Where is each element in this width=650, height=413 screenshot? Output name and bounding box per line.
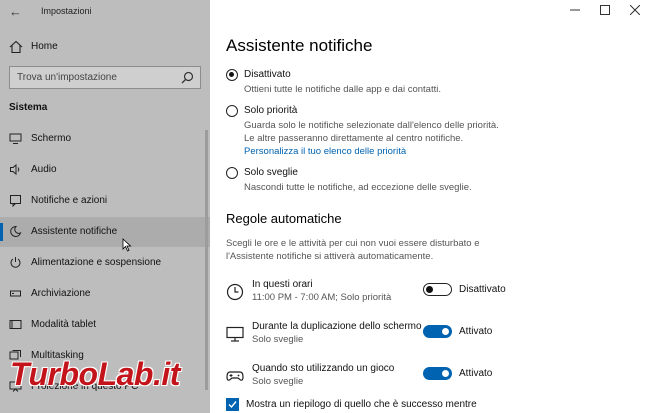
option-description: Guarda solo le notifiche selezionate dal… (244, 120, 499, 131)
sidebar-item-label: Audio (31, 164, 57, 175)
sidebar-item-notifiche-e-azioni[interactable]: Notifiche e azioni (0, 186, 210, 216)
sidebar-item-label: Notifiche e azioni (31, 195, 108, 206)
page-title: Assistente notifiche (226, 36, 373, 55)
radio-solo-priorita[interactable] (226, 105, 238, 117)
speaker-icon (10, 163, 20, 176)
close-icon (630, 5, 640, 15)
radio-disattivato[interactable] (226, 69, 238, 81)
home-icon (9, 40, 23, 54)
mouse-cursor-icon (122, 238, 132, 252)
option-description: Ottieni tutte le notifiche dalle app e d… (244, 84, 441, 95)
sidebar-item-assistente-notifiche[interactable]: Assistente notifiche (0, 217, 210, 247)
watermark-logo: TurboLab.it (10, 356, 180, 392)
sidebar-item-audio[interactable]: Audio (0, 155, 210, 185)
tablet-icon (9, 320, 22, 329)
sidebar-item-label: Archiviazione (31, 288, 91, 299)
rule-gioco[interactable]: Quando sto utilizzando un gioco Solo sve… (226, 363, 526, 397)
home-nav-item[interactable]: Home (0, 36, 210, 58)
minimize-icon (570, 9, 580, 11)
sidebar-item-label: Alimentazione e sospensione (31, 257, 162, 268)
search-box[interactable] (9, 66, 201, 89)
rule-orari-toggle[interactable] (423, 283, 452, 296)
toggle-state-label: Disattivato (459, 284, 506, 295)
rule-subtitle: 11:00 PM - 7:00 AM; Solo priorità (252, 292, 392, 303)
rule-title: In questi orari (252, 279, 313, 290)
gamepad-icon (226, 371, 244, 381)
maximize-button[interactable] (590, 0, 620, 22)
clock-icon (226, 283, 244, 301)
toggle-state-label: Attivato (459, 368, 493, 379)
search-input[interactable] (10, 67, 180, 88)
option-label: Solo sveglie (244, 167, 298, 178)
sidebar-item-label: Assistente notifiche (31, 226, 118, 237)
sidebar-item-schermo[interactable]: Schermo (0, 124, 210, 154)
window-controls (560, 0, 650, 22)
sidebar: ← Impostazioni Home Sistema Schermo Audi… (0, 0, 210, 413)
search-icon[interactable] (181, 71, 194, 84)
window-title: Impostazioni (41, 6, 92, 16)
rule-title: Quando sto utilizzando un gioco (252, 363, 395, 374)
monitor-icon (226, 326, 244, 342)
rule-subtitle: Solo sveglie (252, 376, 304, 387)
section-title: Sistema (9, 102, 48, 113)
priority-list-link[interactable]: Personalizza il tuo elenco delle priorit… (244, 146, 406, 157)
rule-gioco-toggle[interactable] (423, 367, 452, 380)
sidebar-scrollbar[interactable] (205, 130, 208, 390)
rule-title: Durante la duplicazione dello schermo (252, 321, 422, 332)
option-label: Disattivato (244, 69, 291, 80)
option-description: Nascondi tutte le notifiche, ad eccezion… (244, 182, 472, 193)
rule-subtitle: Solo sveglie (252, 334, 304, 345)
summary-checkbox-label: Mostra un riepilogo di quello che è succ… (246, 399, 477, 410)
sidebar-item-label: Modalità tablet (31, 319, 97, 330)
toggle-state-label: Attivato (459, 326, 493, 337)
back-arrow-icon[interactable]: ← (9, 4, 22, 19)
summary-checkbox[interactable] (226, 398, 239, 411)
radio-solo-sveglie[interactable] (226, 167, 238, 179)
rule-orari[interactable]: In questi orari 11:00 PM - 7:00 AM; Solo… (226, 279, 526, 313)
close-button[interactable] (620, 0, 650, 22)
storage-icon (10, 290, 21, 297)
minimize-button[interactable] (560, 0, 590, 22)
checkmark-icon (228, 401, 237, 409)
moon-icon (10, 225, 22, 237)
rules-description: Scegli le ore e le attività per cui non … (226, 238, 480, 262)
notification-icon (10, 195, 21, 207)
sidebar-item-alimentazione[interactable]: Alimentazione e sospensione (0, 248, 210, 278)
maximize-icon (600, 5, 610, 15)
sidebar-item-archiviazione[interactable]: Archiviazione (0, 279, 210, 309)
home-label: Home (31, 41, 58, 52)
main-content: Assistente notifiche Disattivato Ottieni… (210, 0, 650, 413)
option-label: Solo priorità (244, 105, 298, 116)
rule-duplicazione-toggle[interactable] (423, 325, 452, 338)
power-icon (10, 257, 21, 268)
rule-duplicazione-schermo[interactable]: Durante la duplicazione dello schermo So… (226, 321, 526, 355)
monitor-icon (9, 133, 22, 144)
sidebar-item-label: Schermo (31, 133, 72, 144)
rules-title: Regole automatiche (226, 211, 342, 226)
sidebar-item-modalita-tablet[interactable]: Modalità tablet (0, 310, 210, 340)
option-description: Le altre passeranno direttamente al cent… (244, 133, 464, 144)
titlebar-left: ← Impostazioni (0, 0, 210, 24)
